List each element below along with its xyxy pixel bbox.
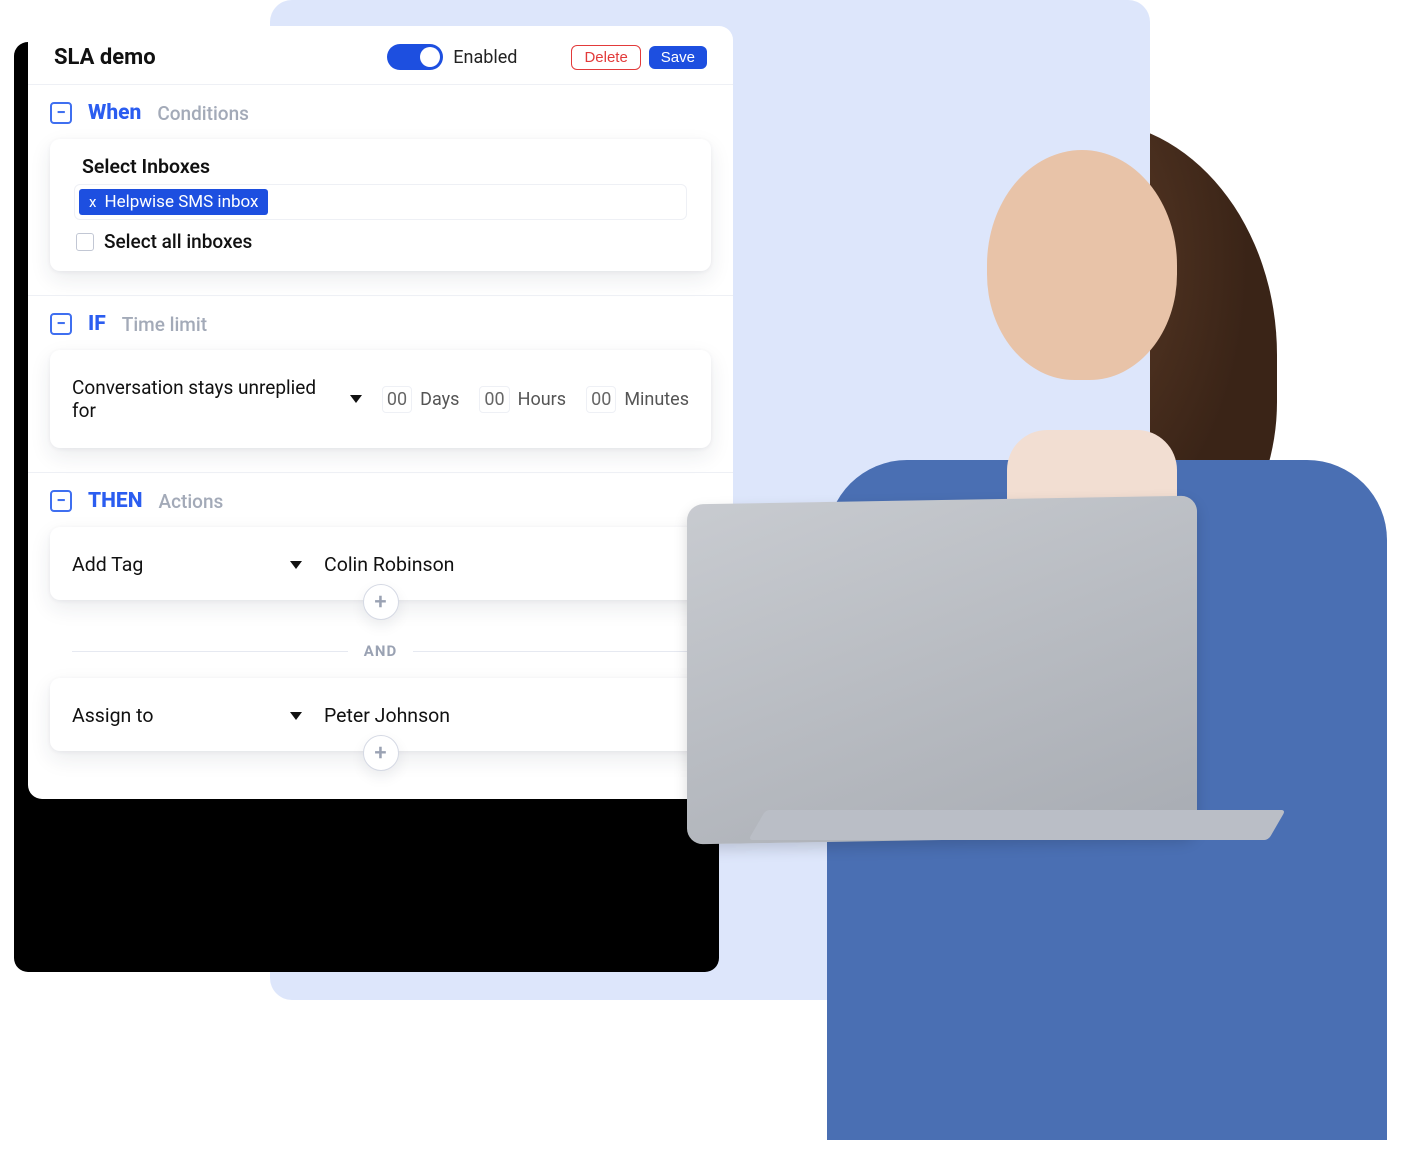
inbox-chip[interactable]: x Helpwise SMS inbox [79,189,268,215]
if-header: − IF Time limit [50,312,711,336]
toggle-knob [420,47,440,67]
collapse-icon[interactable]: − [50,490,72,512]
when-subtitle: Conditions [157,102,249,125]
delete-button[interactable]: Delete [571,45,640,70]
condition-label: Conversation stays unreplied for [72,376,336,422]
enabled-toggle[interactable] [387,44,443,70]
when-header: − When Conditions [50,101,711,125]
then-section: − THEN Actions Add Tag Colin Robinson + … [28,472,733,781]
time-hours-group: 00 Hours [479,386,566,413]
select-all-label: Select all inboxes [104,230,252,253]
remove-chip-icon[interactable]: x [89,193,96,211]
if-panel: Conversation stays unreplied for 00 Days… [50,350,711,448]
and-divider: AND [72,642,689,660]
and-label: AND [364,642,397,660]
select-inboxes-label: Select Inboxes [74,155,687,178]
when-title: When [88,101,141,125]
minutes-label: Minutes [624,389,689,410]
when-panel: Select Inboxes x Helpwise SMS inbox Sele… [50,139,711,271]
save-button[interactable]: Save [649,46,707,69]
inbox-chip-input[interactable]: x Helpwise SMS inbox [74,184,687,220]
chevron-down-icon [290,712,302,720]
action-type-label: Add Tag [72,553,143,576]
chevron-down-icon [290,561,302,569]
chevron-down-icon [350,395,362,403]
minutes-input[interactable]: 00 [586,386,616,413]
page-title: SLA demo [54,45,387,70]
select-all-row: Select all inboxes [74,220,687,253]
if-section: − IF Time limit Conversation stays unrep… [28,295,733,472]
when-section: − When Conditions Select Inboxes x Helpw… [28,84,733,295]
if-title: IF [88,312,106,336]
time-days-group: 00 Days [382,386,460,413]
add-action-button[interactable]: + [363,584,399,620]
condition-dropdown[interactable]: Conversation stays unreplied for [72,376,362,422]
days-input[interactable]: 00 [382,386,412,413]
days-label: Days [420,389,459,410]
action-type-dropdown[interactable]: Assign to [72,704,302,727]
add-action-button[interactable]: + [363,735,399,771]
hours-label: Hours [518,389,566,410]
action-value[interactable]: Colin Robinson [324,553,454,576]
action-type-dropdown[interactable]: Add Tag [72,553,302,576]
enabled-toggle-group: Enabled [387,44,517,70]
collapse-icon[interactable]: − [50,313,72,335]
if-subtitle: Time limit [122,313,207,336]
action-type-label: Assign to [72,704,153,727]
action-value[interactable]: Peter Johnson [324,704,450,727]
collapse-icon[interactable]: − [50,102,72,124]
then-header: − THEN Actions [50,489,711,513]
then-title: THEN [88,489,143,513]
then-subtitle: Actions [159,490,224,513]
select-all-checkbox[interactable] [76,233,94,251]
sla-editor-card: SLA demo Enabled Delete Save − When Cond… [28,26,733,799]
time-minutes-group: 00 Minutes [586,386,689,413]
hours-input[interactable]: 00 [479,386,509,413]
enabled-label: Enabled [453,47,517,68]
inbox-chip-label: Helpwise SMS inbox [104,192,258,212]
card-header: SLA demo Enabled Delete Save [28,26,733,84]
